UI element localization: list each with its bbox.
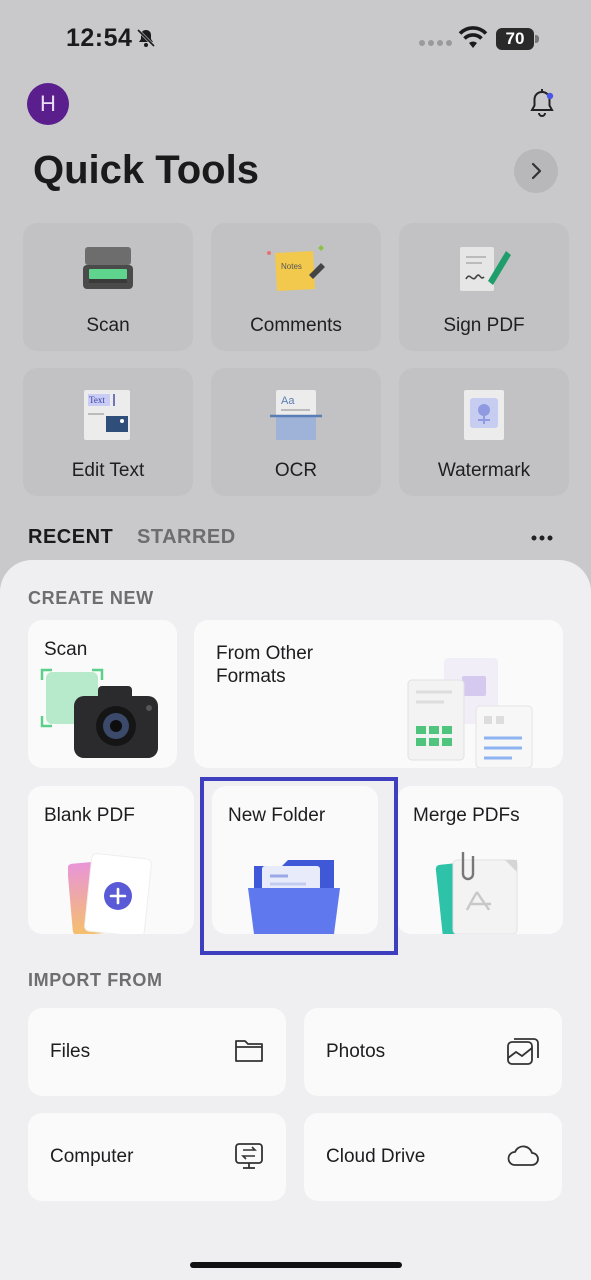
file-formats-icon [407, 658, 533, 768]
import-label: Cloud Drive [326, 1146, 426, 1167]
card-label: From Other Formats [216, 643, 314, 687]
home-indicator [190, 1262, 402, 1268]
chevron-right-icon [531, 162, 542, 180]
import-computer-button[interactable]: Computer [28, 1113, 286, 1201]
import-from-title: IMPORT FROM [28, 970, 163, 990]
create-from-other-formats-card[interactable]: From Other Formats [194, 620, 563, 768]
card-label: Scan [44, 639, 88, 660]
import-cloud-drive-button[interactable]: Cloud Drive [304, 1113, 562, 1201]
avatar[interactable]: H [27, 83, 69, 125]
tool-label: Scan [86, 315, 130, 336]
create-scan-card[interactable]: Scan [28, 620, 177, 768]
import-files-button[interactable]: Files [28, 1008, 286, 1096]
sticky-note-icon: Notes [267, 245, 325, 291]
create-new-title: CREATE NEW [28, 588, 154, 608]
cloud-icon [507, 1145, 539, 1166]
create-blank-pdf-card[interactable]: Blank PDF [28, 786, 194, 934]
camera-icon [40, 668, 158, 758]
card-label: Blank PDF [44, 805, 135, 826]
svg-text:Notes: Notes [281, 262, 302, 271]
blank-pdf-icon [68, 853, 152, 934]
new-folder-highlight [200, 777, 398, 955]
page-title: Quick Tools [33, 148, 259, 192]
ocr-icon: Aa [270, 390, 322, 440]
import-photos-button[interactable]: Photos [304, 1008, 562, 1096]
tab-recent[interactable]: RECENT [28, 526, 113, 549]
edit-text-icon: Text [84, 390, 130, 440]
cellular-signal-icon [419, 40, 452, 46]
import-label: Files [50, 1041, 91, 1062]
tool-sign-pdf[interactable]: Sign PDF [399, 223, 569, 351]
tool-label: Watermark [437, 460, 531, 481]
tool-label: Sign PDF [443, 315, 525, 336]
import-label: Photos [326, 1041, 386, 1062]
silent-mode-icon [136, 28, 156, 48]
tool-ocr[interactable]: Aa OCR [211, 368, 381, 496]
battery-indicator: 70 [496, 28, 540, 50]
scanner-icon [83, 247, 133, 289]
import-label: Computer [50, 1146, 134, 1167]
tab-starred[interactable]: STARRED [137, 526, 236, 549]
watermark-icon [464, 390, 504, 440]
tool-watermark[interactable]: Watermark [399, 368, 569, 496]
wifi-icon [458, 26, 488, 48]
create-merge-pdfs-card[interactable]: Merge PDFs [397, 786, 563, 934]
signature-icon [460, 247, 511, 291]
svg-text:Text: Text [89, 395, 105, 405]
folder-outline-icon [235, 1040, 263, 1062]
photos-icon [507, 1038, 539, 1065]
card-label: Merge PDFs [413, 805, 520, 826]
tool-label: Comments [250, 315, 342, 336]
tool-label: Edit Text [71, 460, 145, 481]
svg-text:Aa: Aa [281, 395, 295, 407]
notification-bell-icon[interactable] [528, 88, 556, 118]
status-time: 12:54 [66, 24, 133, 52]
more-options-icon[interactable] [530, 534, 554, 542]
tool-label: OCR [274, 460, 318, 481]
tool-comments[interactable]: Notes Comments [211, 223, 381, 351]
battery-level: 70 [505, 29, 525, 48]
quick-tools-more-button[interactable] [514, 149, 558, 193]
tool-scan[interactable]: Scan [23, 223, 193, 351]
tool-edit-text[interactable]: Text Edit Text [23, 368, 193, 496]
merge-pdfs-icon [435, 852, 518, 934]
computer-transfer-icon [235, 1143, 263, 1169]
